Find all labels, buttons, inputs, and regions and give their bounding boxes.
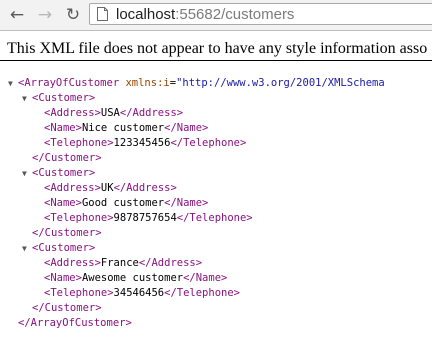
xml-tag: <Telephone>	[44, 212, 114, 224]
collapse-triangle-icon[interactable]: ▼	[22, 91, 32, 106]
xml-field-value: UK	[100, 182, 114, 194]
xml-field-address: <Address>UK</Address>	[44, 181, 177, 196]
xml-tag: </Telephone>	[170, 137, 247, 149]
xml-tag: </Address>	[138, 257, 203, 269]
xml-tag: </Customer>	[32, 152, 102, 164]
forward-arrow-icon[interactable]: →	[34, 5, 56, 25]
xml-field-telephone: <Telephone>123345456</Telephone>	[44, 136, 246, 151]
browser-toolbar: ← → ↻ localhost:55682/customers	[0, 0, 432, 31]
xml-tag: </Name>	[164, 122, 209, 134]
xml-field-telephone: <Telephone>34546456</Telephone>	[44, 286, 240, 301]
xml-tag: <Telephone>	[44, 287, 114, 299]
xml-tag: </Name>	[164, 197, 209, 209]
url-text[interactable]: localhost:55682/customers	[116, 6, 294, 24]
xml-tag: <Customer>	[32, 92, 96, 104]
address-bar[interactable]: localhost:55682/customers	[89, 3, 432, 25]
xml-tag: <Name>	[44, 272, 82, 284]
xml-style-info-banner: This XML file does not appear to have an…	[0, 38, 432, 61]
xml-field-telephone: <Telephone>9878757654</Telephone>	[44, 211, 253, 226]
xml-tag: <Name>	[44, 122, 82, 134]
xml-tag: </ArrayOfCustomer>	[18, 317, 132, 329]
xml-field-value: 34546456	[113, 287, 165, 299]
info-text: This XML file does not appear to have an…	[7, 40, 428, 57]
xml-field-name: <Name>Nice customer</Name>	[44, 121, 208, 136]
xml-field-value: USA	[100, 107, 120, 119]
xml-field-name: <Name>Good customer</Name>	[44, 196, 208, 211]
xml-tag: </Customer>	[32, 227, 102, 239]
xml-field-value: Awesome customer	[81, 272, 184, 284]
xml-field-address: <Address>France</Address>	[44, 256, 202, 271]
xml-tag: <Customer>	[32, 242, 96, 254]
xml-tag: </Address>	[113, 182, 177, 194]
xml-customer-open: ▼ <Customer>	[22, 241, 95, 256]
url-host: localhost	[116, 6, 176, 23]
xml-field-name: <Name>Awesome customer</Name>	[44, 271, 227, 286]
xml-field-value: 123345456	[113, 137, 171, 149]
collapse-triangle-icon[interactable]: ▼	[22, 166, 32, 181]
collapse-triangle-icon[interactable]: ▼	[22, 241, 32, 256]
xml-tag: <ArrayOfCustomer	[18, 77, 126, 89]
xml-root-open: ▼ <ArrayOfCustomer xmlns:i="http://www.w3…	[8, 76, 385, 91]
xml-customer-close: </Customer>	[32, 151, 102, 166]
xml-customer-open: ▼ <Customer>	[22, 166, 95, 181]
xml-tag: </Telephone>	[164, 287, 240, 299]
back-arrow-icon[interactable]: ←	[6, 5, 28, 25]
page-icon	[97, 7, 108, 21]
xml-field-value: Nice customer	[81, 122, 165, 134]
xml-attr-value: "http://www.w3.org/2001/XMLSchema	[176, 77, 385, 89]
xml-tag: </Name>	[183, 272, 228, 284]
xml-customer-close: </Customer>	[32, 301, 102, 316]
xml-root-close: </ArrayOfCustomer>	[18, 316, 132, 331]
xml-customer-close: </Customer>	[32, 226, 102, 241]
xml-field-value: Good customer	[81, 197, 165, 209]
xml-tag: <Customer>	[32, 167, 96, 179]
xml-field-value: France	[100, 257, 139, 269]
xml-tag: <Address>	[44, 182, 101, 194]
collapse-triangle-icon[interactable]: ▼	[8, 76, 18, 91]
xml-tag: <Name>	[44, 197, 82, 209]
xml-tag: </Address>	[119, 107, 184, 119]
xml-tag: <Address>	[44, 257, 101, 269]
xml-field-address: <Address>USA</Address>	[44, 106, 183, 121]
xml-customer-open: ▼ <Customer>	[22, 91, 95, 106]
xml-tag: <Address>	[44, 107, 101, 119]
xml-field-value: 9878757654	[113, 212, 177, 224]
xml-attr-name: xmlns:i	[125, 77, 170, 89]
reload-icon[interactable]: ↻	[62, 5, 84, 25]
xml-tag: </Telephone>	[176, 212, 253, 224]
xml-tag: </Customer>	[32, 302, 102, 314]
url-path: :55682/customers	[175, 6, 295, 23]
xml-tag: <Telephone>	[44, 137, 114, 149]
